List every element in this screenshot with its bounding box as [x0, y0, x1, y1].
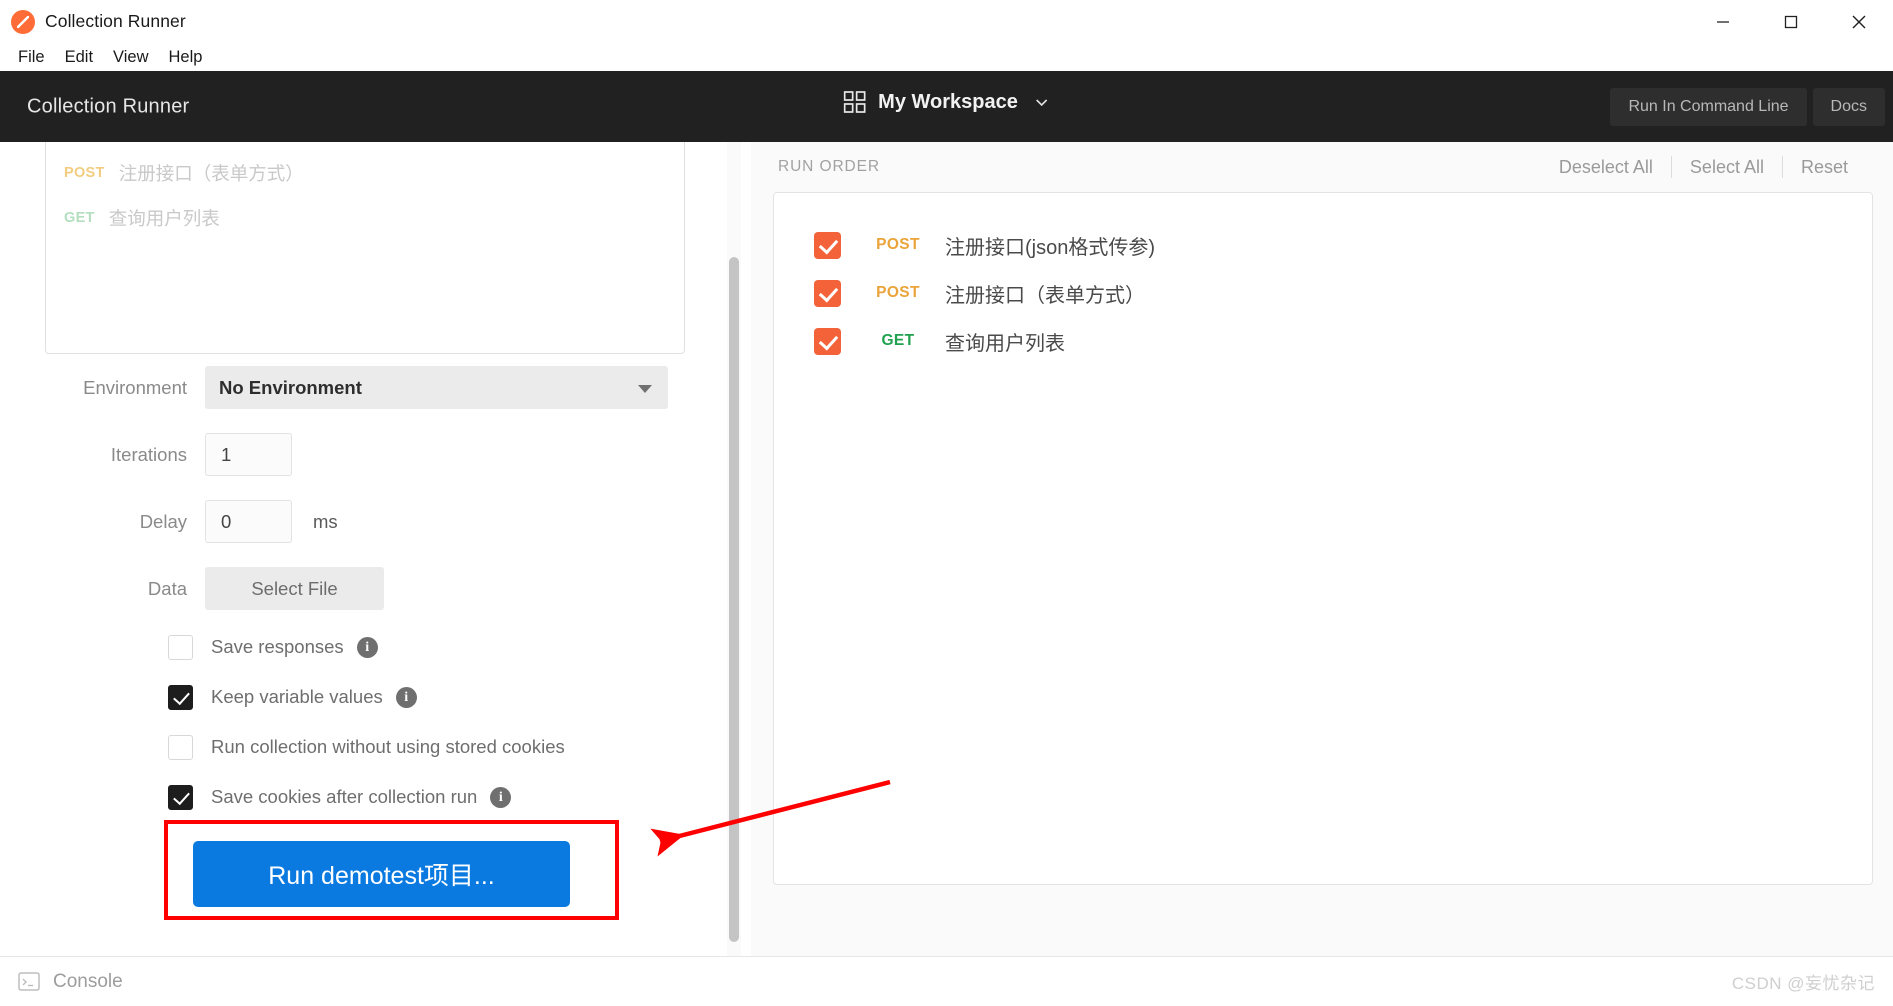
- option-save-responses[interactable]: Save responses i: [0, 622, 745, 672]
- select-all-button[interactable]: Select All: [1672, 157, 1782, 178]
- window-controls: [1689, 0, 1893, 43]
- list-item[interactable]: POST 注册接口（表单方式）: [46, 150, 684, 195]
- info-icon[interactable]: i: [395, 686, 417, 708]
- list-item[interactable]: POST 注册接口(json格式传参): [774, 221, 1872, 269]
- terminal-icon: [18, 972, 40, 991]
- menu-file[interactable]: File: [8, 45, 55, 69]
- postman-logo-icon: [11, 9, 35, 34]
- window-titlebar: Collection Runner: [0, 0, 1893, 43]
- environment-label: Environment: [83, 376, 187, 398]
- checkbox[interactable]: [814, 327, 841, 355]
- list-item[interactable]: GET 查询用户列表: [774, 317, 1872, 365]
- request-name: 查询用户列表: [945, 332, 1065, 355]
- list-item[interactable]: POST 注册接口（表单方式）: [774, 269, 1872, 317]
- menu-edit[interactable]: Edit: [55, 45, 103, 69]
- request-method: POST: [876, 236, 920, 253]
- option-label: Save cookies after collection run: [211, 786, 478, 807]
- info-icon[interactable]: i: [490, 786, 512, 808]
- request-preview-list: POST 注册接口（表单方式） GET 查询用户列表: [45, 142, 685, 354]
- option-save-cookies[interactable]: Save cookies after collection run i: [0, 772, 745, 822]
- delay-input[interactable]: 0: [205, 500, 292, 543]
- checkbox[interactable]: [168, 684, 193, 710]
- scrollbar-thumb[interactable]: [729, 257, 739, 942]
- request-name: 注册接口（表单方式）: [945, 284, 1145, 307]
- run-order-toolbar: RUN ORDER Deselect All Select All Reset: [751, 142, 1893, 192]
- run-button-highlight: Run demotest项目...: [164, 820, 619, 920]
- run-order-panel: RUN ORDER Deselect All Select All Reset …: [751, 142, 1893, 956]
- checkbox[interactable]: [168, 734, 193, 760]
- run-order-list: POST 注册接口(json格式传参) POST 注册接口（表单方式） GET …: [773, 192, 1873, 885]
- minimize-icon[interactable]: [1689, 0, 1757, 43]
- request-method: GET: [64, 209, 95, 226]
- maximize-icon[interactable]: [1757, 0, 1825, 43]
- status-bar: Console CSDN @妄忧杂记: [0, 956, 1893, 1006]
- run-in-command-line-button[interactable]: Run In Command Line: [1610, 87, 1807, 126]
- watermark: CSDN @妄忧杂记: [1731, 974, 1875, 993]
- menu-help[interactable]: Help: [159, 45, 213, 69]
- environment-row: Environment No Environment: [0, 354, 745, 421]
- left-panel-scrollbar[interactable]: [727, 142, 741, 956]
- docs-button[interactable]: Docs: [1812, 87, 1885, 126]
- delay-label: Delay: [139, 510, 187, 532]
- request-method: GET: [881, 332, 915, 349]
- header-actions: Run In Command Line Docs: [1610, 87, 1885, 126]
- run-order-heading: RUN ORDER: [778, 158, 880, 175]
- chevron-down-icon: [638, 384, 652, 393]
- app-header: Collection Runner My Workspace Run In Co…: [0, 71, 1893, 142]
- info-icon[interactable]: i: [356, 636, 378, 658]
- close-icon[interactable]: [1825, 0, 1893, 43]
- iterations-row: Iterations 1: [0, 421, 745, 488]
- deselect-all-button[interactable]: Deselect All: [1541, 157, 1671, 178]
- run-order-actions: Deselect All Select All Reset: [1541, 156, 1866, 178]
- collection-runner-window: Collection Runner File Edit View Help Co…: [0, 0, 1893, 1006]
- runner-settings-form: Environment No Environment Iterations 1 …: [0, 354, 745, 822]
- option-label: Save responses: [211, 636, 344, 657]
- menu-view[interactable]: View: [103, 45, 158, 69]
- request-method: POST: [64, 164, 105, 181]
- run-collection-button[interactable]: Run demotest项目...: [193, 841, 570, 907]
- workspace-selector[interactable]: My Workspace: [843, 91, 1050, 114]
- checkbox[interactable]: [814, 279, 841, 307]
- chevron-down-icon: [1036, 99, 1048, 107]
- delay-row: Delay 0 ms: [0, 488, 745, 555]
- console-label: Console: [53, 970, 123, 992]
- iterations-label: Iterations: [110, 443, 187, 465]
- delay-unit: ms: [313, 510, 338, 532]
- reset-button[interactable]: Reset: [1783, 157, 1866, 178]
- request-name: 注册接口(json格式传参): [945, 236, 1156, 259]
- option-run-without-cookies[interactable]: Run collection without using stored cook…: [0, 722, 745, 772]
- list-item[interactable]: GET 查询用户列表: [46, 195, 684, 240]
- data-label: Data: [147, 577, 187, 599]
- request-name: 注册接口（表单方式）: [118, 162, 304, 184]
- header-title: Collection Runner: [27, 95, 190, 117]
- workspace-name: My Workspace: [878, 90, 1018, 113]
- checkbox[interactable]: [168, 784, 193, 810]
- environment-value: No Environment: [219, 376, 362, 398]
- option-label: Run collection without using stored cook…: [211, 736, 565, 757]
- console-button[interactable]: Console: [18, 971, 123, 993]
- checkbox[interactable]: [814, 231, 841, 259]
- select-file-button[interactable]: Select File: [205, 567, 384, 610]
- request-method: POST: [876, 284, 920, 301]
- data-row: Data Select File: [0, 555, 745, 622]
- grid-icon: [843, 91, 866, 113]
- option-label: Keep variable values: [211, 686, 383, 707]
- request-name: 查询用户列表: [108, 207, 220, 229]
- checkbox[interactable]: [168, 634, 193, 660]
- environment-select[interactable]: No Environment: [205, 366, 668, 409]
- option-keep-variable-values[interactable]: Keep variable values i: [0, 672, 745, 722]
- iterations-input[interactable]: 1: [205, 433, 292, 476]
- window-title: Collection Runner: [45, 11, 186, 31]
- menubar: File Edit View Help: [0, 43, 1893, 71]
